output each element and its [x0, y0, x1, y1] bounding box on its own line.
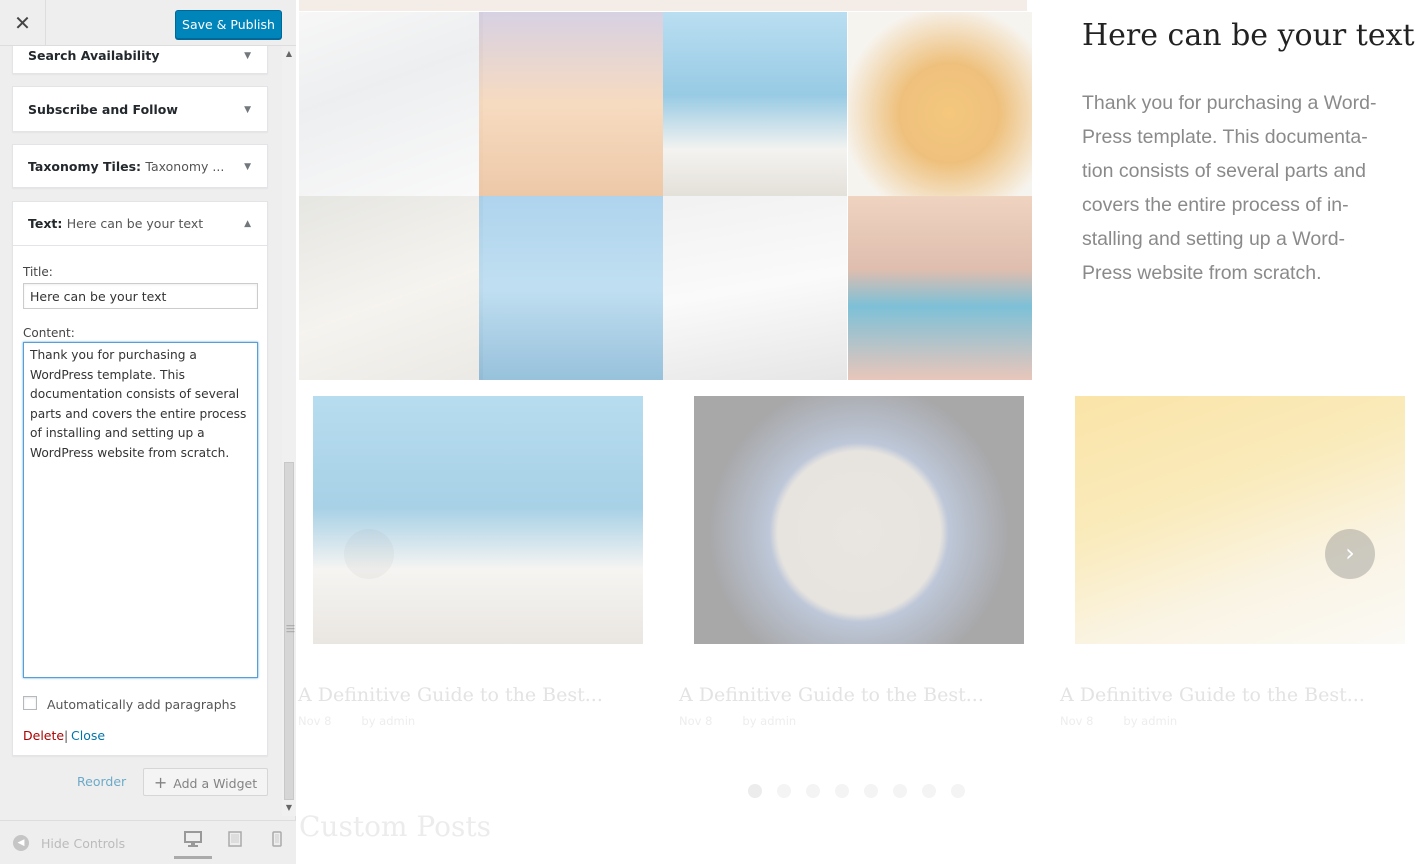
scroll-down-arrow-icon[interactable]: ▼ [282, 800, 296, 816]
widget-taxonomy-tiles[interactable]: Taxonomy Tiles: Taxonomy ... ▼ [12, 144, 268, 188]
widget-list: Search Availability ▼ Subscribe and Foll… [0, 46, 296, 816]
carousel-dot[interactable] [748, 784, 762, 798]
post-title[interactable]: A Definitive Guide to the Best... [298, 684, 603, 706]
post-meta: Nov 8 by admin [298, 714, 415, 728]
post-date: Nov 8 [1060, 714, 1094, 728]
post-date: Nov 8 [298, 714, 332, 728]
carousel-dot[interactable] [922, 784, 936, 798]
carousel-dot[interactable] [806, 784, 820, 798]
add-widget-button[interactable]: + Add a Widget [143, 768, 268, 796]
customizer-header: ✕ Save & Publish [0, 0, 296, 46]
mosaic-tile-peppers [848, 12, 1032, 196]
post-date: Nov 8 [679, 714, 713, 728]
post-image[interactable] [694, 396, 1024, 644]
title-input[interactable] [23, 283, 258, 309]
widget-text-header[interactable]: Text: Here can be your text ▲ [13, 202, 267, 246]
widget-subtitle: Taxonomy ... [145, 159, 225, 174]
post-card[interactable]: A Definitive Guide to the Best... Nov 8 b… [679, 396, 1024, 728]
carousel-dot[interactable] [835, 784, 849, 798]
save-publish-button[interactable]: Save & Publish [175, 10, 282, 39]
mosaic-tile-terrace [299, 196, 483, 380]
caret-down-icon[interactable]: ▼ [244, 46, 251, 77]
caret-up-icon[interactable]: ▲ [244, 202, 251, 246]
carousel-prev-button[interactable] [344, 529, 394, 579]
post-meta: Nov 8 by admin [1060, 714, 1177, 728]
mosaic-tile-cocktails [848, 196, 1032, 380]
carousel-pagination [748, 783, 980, 798]
post-author[interactable]: by admin [361, 714, 415, 728]
auto-paragraphs-label: Automatically add paragraphs [47, 697, 237, 712]
mosaic-tile-room [299, 12, 483, 196]
desktop-icon[interactable] [174, 829, 212, 859]
scroll-up-arrow-icon[interactable]: ▲ [282, 46, 296, 62]
section-title: Custom Posts [299, 810, 491, 843]
post-image[interactable] [1075, 396, 1405, 644]
caret-down-icon[interactable]: ▼ [244, 145, 251, 189]
caret-down-icon[interactable]: ▼ [244, 87, 251, 133]
mosaic-tile-airplane [479, 12, 663, 196]
mosaic-tile-bedroom [663, 196, 847, 380]
widget-title: Taxonomy Tiles: Taxonomy ... [28, 145, 224, 189]
mosaic-tile-santorini [663, 12, 847, 196]
widget-title: Search Availability [28, 48, 160, 63]
link-separator: | [64, 728, 69, 743]
close-link[interactable]: Close [71, 728, 105, 743]
chevron-right-icon: › [1345, 539, 1355, 567]
post-card[interactable]: A Definitive Guide to the Best... Nov 8 b… [298, 396, 643, 728]
carousel-dot[interactable] [864, 784, 878, 798]
delete-link[interactable]: Delete [23, 728, 64, 743]
mosaic-tile-lagoon [479, 196, 663, 380]
widget-subscribe-follow[interactable]: Subscribe and Follow ▼ [12, 86, 268, 132]
plus-icon: + [153, 772, 168, 792]
tablet-icon[interactable] [216, 829, 254, 859]
widget-subtitle: Here can be your text [66, 216, 204, 231]
carousel-dot[interactable] [777, 784, 791, 798]
carousel-dot[interactable] [951, 784, 965, 798]
grip-icon: — — — [286, 621, 295, 637]
hide-controls-label[interactable]: Hide Controls [41, 836, 125, 851]
carousel-next-button[interactable]: › [1325, 529, 1375, 579]
sidebar-scrollbar[interactable]: ▲ — — — ▼ [282, 46, 296, 816]
content-label: Content: [23, 326, 75, 340]
widget-text-expanded: Text: Here can be your text ▲ Title: Con… [12, 201, 268, 756]
add-widget-label: Add a Widget [173, 775, 258, 791]
mobile-icon[interactable] [258, 829, 296, 859]
widget-title: Text: Here can be your text [28, 202, 203, 246]
post-author[interactable]: by admin [742, 714, 796, 728]
content-textarea[interactable]: Thank you for purchasing a WordPress tem… [23, 342, 258, 678]
post-image[interactable] [313, 396, 643, 644]
hide-controls-icon[interactable]: ◀ [13, 835, 29, 851]
post-author[interactable]: by admin [1123, 714, 1177, 728]
close-icon[interactable]: ✕ [0, 0, 46, 46]
post-meta: Nov 8 by admin [679, 714, 796, 728]
customizer-footer: ◀ Hide Controls [0, 820, 296, 864]
post-title[interactable]: A Definitive Guide to the Best... [679, 684, 984, 706]
text-widget-body: Thank you for purchasing a Word-Press te… [1082, 92, 1377, 284]
widget-type: Text: [28, 216, 63, 231]
carousel-dot[interactable] [893, 784, 907, 798]
title-label: Title: [23, 265, 53, 279]
post-title[interactable]: A Definitive Guide to the Best... [1060, 684, 1365, 706]
reorder-link[interactable]: Reorder [77, 774, 126, 789]
auto-paragraphs-checkbox[interactable] [23, 696, 37, 710]
text-widget-title: Here can be your text [1082, 18, 1415, 53]
widget-search-availability[interactable]: Search Availability ▼ [12, 46, 268, 74]
widget-title: Subscribe and Follow [28, 102, 178, 117]
widget-type: Taxonomy Tiles: [28, 159, 142, 174]
site-preview: Here can be your text Thank you for purc… [296, 0, 1419, 864]
customizer-sidebar: ✕ Save & Publish Search Availability ▼ S… [0, 0, 296, 864]
scrollbar-thumb[interactable]: — — — [284, 462, 295, 800]
post-card[interactable]: A Definitive Guide to the Best... Nov 8 b… [1060, 396, 1405, 728]
preview-top-strip [299, 0, 1027, 11]
